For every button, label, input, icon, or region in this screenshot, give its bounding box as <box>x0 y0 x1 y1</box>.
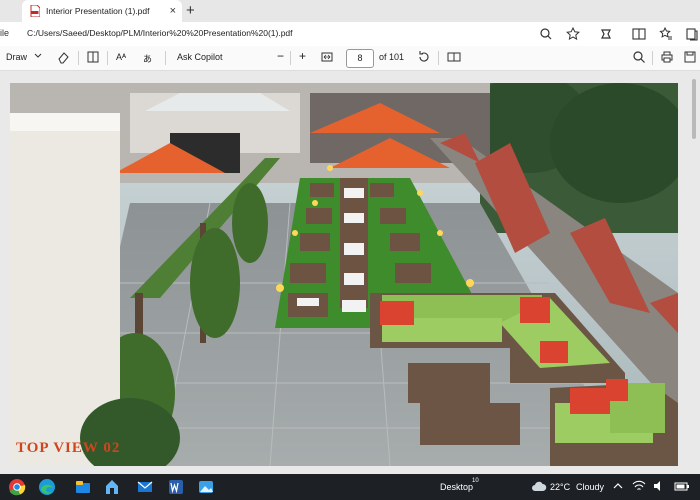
read-aloud-button[interactable]: Aᴬ <box>116 52 126 62</box>
toolbar-divider <box>438 51 439 65</box>
page-number-input[interactable]: 8 <box>346 49 374 68</box>
tab-pdf[interactable]: Interior Presentation (1).pdf × <box>22 0 182 22</box>
collections-icon[interactable] <box>684 26 700 42</box>
favorite-star-icon[interactable] <box>565 26 581 42</box>
toolbar-divider <box>78 51 79 65</box>
zoom-icon[interactable] <box>538 26 554 42</box>
two-page-view-icon[interactable] <box>447 50 461 66</box>
draw-button[interactable]: Draw <box>6 52 27 62</box>
cloud-icon <box>530 478 548 496</box>
chevron-down-icon[interactable] <box>34 51 42 63</box>
new-tab-button[interactable]: + <box>186 2 195 19</box>
toolbar-divider <box>652 51 653 65</box>
print-icon[interactable] <box>660 50 674 66</box>
pdf-viewer[interactable]: TOP VIEW 02 <box>0 71 700 474</box>
scrollbar[interactable] <box>690 71 698 474</box>
browser-essentials-icon[interactable] <box>598 26 614 42</box>
page-total: of 101 <box>379 52 405 62</box>
search-icon[interactable] <box>632 50 646 66</box>
taskbar: Desktop 10 22°C Cloudy <box>0 474 700 500</box>
rooftop-render-image <box>10 83 678 466</box>
chrome-icon[interactable] <box>8 478 26 496</box>
page-caption: TOP VIEW 02 <box>16 440 121 456</box>
tab-strip: Interior Presentation (1).pdf × + <box>0 0 700 22</box>
pdf-page: TOP VIEW 02 <box>10 83 678 466</box>
desktop-label[interactable]: Desktop <box>440 482 473 492</box>
split-screen-icon[interactable] <box>631 26 647 42</box>
edge-icon[interactable] <box>38 478 56 496</box>
favorites-icon[interactable] <box>658 26 674 42</box>
fit-page-icon[interactable] <box>320 50 334 66</box>
save-icon[interactable] <box>683 50 697 66</box>
url-field[interactable]: C:/Users/Saeed/Desktop/PLM/Interior%20%2… <box>27 28 293 38</box>
pdf-file-icon <box>30 4 41 18</box>
address-bar: ile C:/Users/Saeed/Desktop/PLM/Interior%… <box>0 22 700 46</box>
network-icon[interactable] <box>632 479 650 497</box>
rotate-icon[interactable] <box>417 50 431 66</box>
show-hidden-icons-icon[interactable] <box>612 480 630 498</box>
zoom-in-button[interactable]: + <box>299 49 306 63</box>
word-icon[interactable] <box>167 478 185 496</box>
tab-close-button[interactable]: × <box>170 5 176 17</box>
photos-icon[interactable] <box>197 478 215 496</box>
eraser-icon[interactable] <box>56 50 70 66</box>
mail-icon[interactable] <box>136 478 154 496</box>
battery-icon[interactable] <box>674 479 692 497</box>
address-prefix: ile <box>0 28 10 38</box>
volume-icon[interactable] <box>652 479 670 497</box>
weather-desc[interactable]: Cloudy <box>576 482 604 492</box>
tab-title: Interior Presentation (1).pdf <box>46 6 150 16</box>
page-view-icon[interactable] <box>86 50 100 66</box>
toolbar-divider <box>290 51 291 65</box>
ask-copilot-button[interactable]: Ask Copilot <box>177 52 223 62</box>
toolbar-divider <box>107 51 108 65</box>
pdf-toolbar: Draw Aᴬ あ Ask Copilot − + 8 of 101 <box>0 46 700 71</box>
file-explorer-icon[interactable] <box>74 478 92 496</box>
weather-temp[interactable]: 22°C <box>550 482 570 492</box>
zoom-out-button[interactable]: − <box>277 49 284 63</box>
toolbar-divider <box>165 51 166 65</box>
store-icon[interactable] <box>103 478 121 496</box>
translate-button[interactable]: あ <box>143 52 152 65</box>
desktop-badge: 10 <box>472 478 479 484</box>
